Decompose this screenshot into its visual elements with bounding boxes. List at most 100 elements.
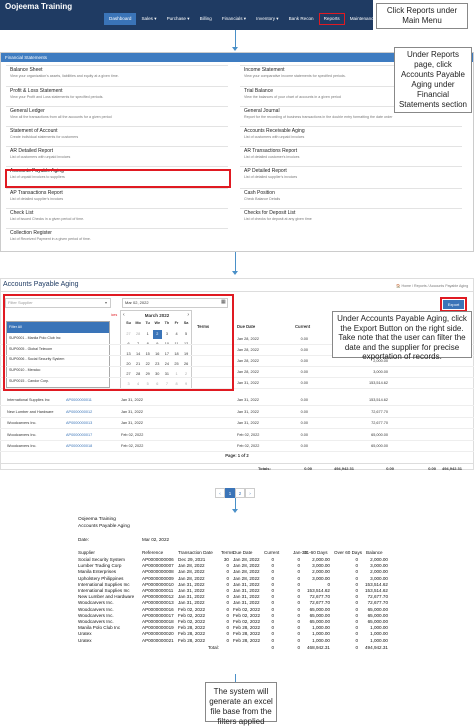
report-desc: Check Balance Details [244,197,281,201]
report-title: Checks for Deposit List [244,210,296,216]
totals-label: Totals: [258,466,271,471]
due-date: Jan 31, 2022 [237,381,259,385]
divider [0,291,474,292]
nav-item[interactable]: Financials ▾ [217,13,251,25]
report-item[interactable]: Statement of Account Create individual st… [10,128,225,139]
report-title: Accounts Receivable Aging [244,128,305,134]
excel-row: Uratex AP0000000021 Feb 28, 2022 0 Feb 28, 2… [78,638,462,644]
report-item[interactable]: Profit & Loss Statement View your Profit … [10,88,225,99]
report-title: Collection Register [10,230,52,236]
days-value: 72,677.70 [371,421,388,426]
divider [6,65,228,66]
page-button[interactable]: 2 [235,488,245,498]
page-button[interactable]: 1 [225,488,235,498]
table-row: New Lumber and Hardware AP0000000012 Jan 3… [0,407,474,418]
column-header: Due Date [237,324,256,329]
report-desc: Report for the recording of business tra… [244,115,393,119]
page-button[interactable]: › [245,488,255,498]
nav-item[interactable]: Bank Recon [284,13,319,25]
page-button[interactable]: ‹ [215,488,225,498]
report-item[interactable]: Checks for Deposit List List of checks fo… [244,210,459,221]
highlight-ap-aging [5,169,231,188]
total-value: 494,942.31 [441,466,462,471]
reference-link[interactable]: AP0000000013 [66,418,92,429]
report-item[interactable]: Cash Position Check Balance Details [244,190,459,201]
current-value: 0.00 [300,348,308,352]
report-item[interactable]: AP Detailed Report List of detailed suppl… [244,168,459,179]
excel-date-value: Mar 02, 2022 [142,537,170,542]
nav-item[interactable]: Sales ▾ [136,13,161,25]
excel-cell: Feb 28, 2022 [178,637,206,643]
excel-cell: 1,000.00 [370,637,388,643]
report-item[interactable]: Balance Sheet View your organization's as… [10,67,225,78]
table-row: Woodcarvers Inc. AP0000000013 Jan 31, 2022… [0,418,474,430]
main-navbar: Oojeema Training Dashboard Sales ▾ Purchas… [0,0,380,30]
total-value: 0.00 [304,466,312,471]
divider [6,166,228,167]
callout-2: Under Reports page, click Accounts Payab… [394,47,472,113]
reference-link[interactable]: AP0000000017 [66,430,92,441]
excel-header: Over 60 Days [334,550,363,555]
report-title: AR Transactions Report [244,148,298,154]
report-item[interactable]: AR Detailed Report List of customers with… [10,148,225,159]
due-date: Feb 02, 2022 [237,444,260,449]
reference-link[interactable]: AP0000000018 [66,441,92,452]
app-title: Oojeema Training [5,2,73,11]
table-row: Woodcarvers Inc. AP0000000018 Feb 02, 2022… [0,441,474,453]
report-item[interactable]: General Ledger View all the transactions … [10,108,225,119]
reference-link[interactable]: AP0000000012 [66,407,92,418]
report-desc: List of detailed customer's invoices [244,155,300,159]
due-date: Jan 28, 2022 [237,370,259,374]
excel-total-label: Total: [208,644,219,650]
supplier-name: Woodcarvers Inc. [7,421,37,426]
excel-title: Accounts Payable Aging [78,523,130,529]
nav-item[interactable]: Reports [318,13,345,25]
report-desc: Create individual statements for custome… [10,135,79,139]
divider [240,166,462,167]
nav-item[interactable]: Purchase ▾ [162,13,195,25]
table-row: Woodcarvers Inc. AP0000000017 Feb 02, 2022… [0,430,474,441]
divider [6,208,228,209]
excel-cell: 0 [226,637,229,643]
report-title: Profit & Loss Statement [10,88,63,94]
excel-cell: 0 [355,637,358,643]
due-date: Jan 31, 2022 [237,409,259,414]
report-item[interactable]: Check List List of issued Checks in a giv… [10,210,225,221]
transaction-date: Jan 31, 2022 [121,398,143,402]
callout-3: Under Accounts Payable Aging, click the … [332,311,472,361]
report-desc: View all the transactions from all the a… [10,115,112,119]
total-value: 494,942.31 [333,466,354,471]
report-desc: View your organization's assets, liabili… [10,74,119,78]
report-item[interactable]: AR Transactions Report List of detailed c… [244,148,459,159]
excel-header: Reference [142,550,164,555]
report-desc: List of detailed supplier's invoices [244,175,298,179]
excel-company: Oojeema Training [78,517,116,522]
nav-item[interactable]: Dashboard [104,13,137,25]
nav-item[interactable]: Billing [195,13,217,25]
excel-cell: 0 [297,637,300,643]
report-item[interactable]: Accounts Receivable Aging List of custome… [244,128,459,139]
highlight-export [440,297,467,312]
excel-cell: Uratex [78,637,92,643]
table-row: International Supplies Inc AP0000000011 Ja… [0,395,474,406]
divider [6,146,228,147]
nav-item[interactable]: Inventory ▾ [251,13,283,25]
reference-link[interactable]: AP0000000011 [66,395,92,406]
totals-row: Totals: 0.00 494,942.31 0.00 0.00 494,942.31 [0,463,474,473]
highlight-filters [3,294,234,391]
excel-total-value: 0 [297,644,300,650]
report-item[interactable]: Collection Register List of Received Paym… [10,230,225,241]
divider [240,208,462,209]
report-desc: View your Profit and Loss statements for… [10,95,104,99]
callout-4: The system will generate an excel file b… [205,682,277,726]
current-value: 0.00 [300,421,308,426]
supplier-name: International Supplies Inc [7,398,50,402]
report-item[interactable]: AP Transactions Report List of detailed s… [10,190,225,201]
excel-header-row: Supplier Reference Transaction Date Terms Du… [78,550,462,556]
page-title: Accounts Payable Aging [3,281,79,288]
excel-cell: AP0000000021 [142,637,174,643]
due-date: Jan 28, 2022 [237,337,259,341]
days-value: 3,000.00 [373,370,388,374]
due-date: Feb 02, 2022 [237,432,260,437]
excel-header: Transaction Date [178,550,213,555]
